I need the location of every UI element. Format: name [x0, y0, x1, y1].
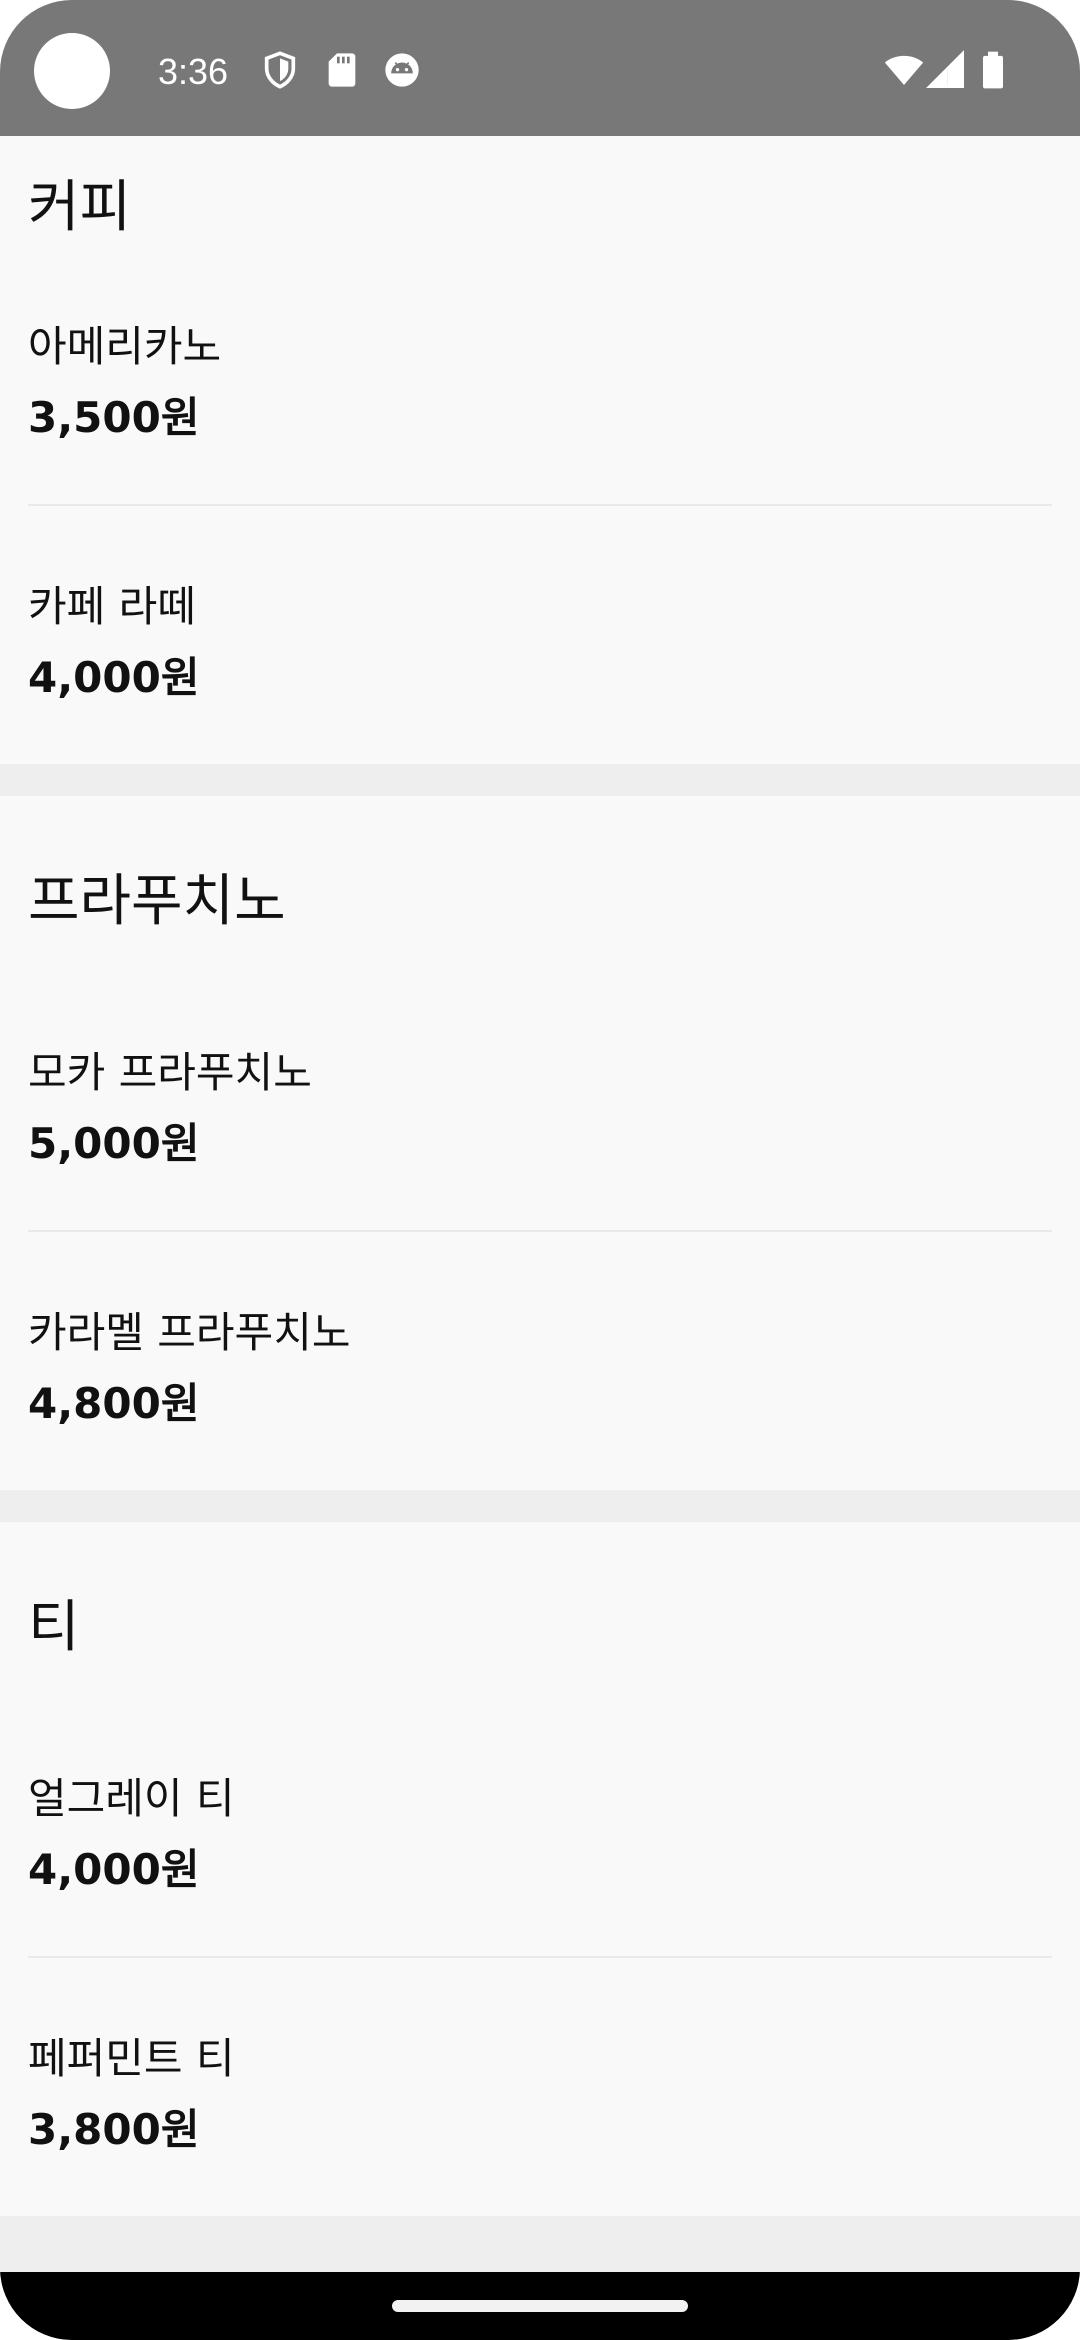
item-price: 3,800원: [28, 2105, 200, 2154]
item-price: 4,000원: [28, 653, 200, 702]
navigation-bar: [0, 2272, 1080, 2340]
camera-cutout: [34, 33, 110, 109]
wifi-icon: [882, 50, 926, 90]
item-name: 카라멜 프라푸치노: [28, 1308, 351, 1357]
menu-item-caramel-frappuccino[interactable]: 카라멜 프라푸치노 4,800원: [28, 1232, 1052, 1490]
item-name: 얼그레이 티: [28, 1774, 235, 1823]
shield-icon: [260, 50, 300, 90]
item-price: 3,500원: [28, 393, 200, 442]
menu-list: 커피 아메리카노 3,500원 카페 라떼 4,000원 프라푸치노 모카 프라…: [0, 136, 1080, 2216]
sd-card-icon: [322, 50, 362, 90]
section-frappuccino: 프라푸치노 모카 프라푸치노 5,000원 카라멜 프라푸치노 4,800원: [0, 796, 1080, 1490]
battery-icon: [978, 50, 1008, 90]
item-name: 카페 라떼: [28, 582, 196, 631]
section-title: 티: [28, 1595, 80, 1660]
menu-item-mocha-frappuccino[interactable]: 모카 프라푸치노 5,000원: [28, 972, 1052, 1230]
menu-item-earl-grey-tea[interactable]: 얼그레이 티 4,000원: [28, 1698, 1052, 1956]
menu-item-peppermint-tea[interactable]: 페퍼민트 티 3,800원: [28, 1958, 1052, 2216]
item-price: 5,000원: [28, 1119, 200, 1168]
section-title: 커피: [28, 175, 132, 240]
item-name: 페퍼민트 티: [28, 2034, 235, 2083]
item-name: 아메리카노: [28, 322, 222, 371]
section-coffee: 커피 아메리카노 3,500원 카페 라떼 4,000원: [0, 136, 1080, 764]
item-price: 4,000원: [28, 1845, 200, 1894]
home-gesture-handle[interactable]: [392, 2300, 688, 2312]
cell-signal-icon: [926, 50, 966, 90]
menu-item-cafe-latte[interactable]: 카페 라떼 4,000원: [28, 506, 1052, 764]
status-time: 3:36: [158, 51, 229, 92]
section-tea: 티 얼그레이 티 4,000원 페퍼민트 티 3,800원: [0, 1522, 1080, 2216]
status-bar: 3:36: [0, 0, 1080, 136]
item-name: 모카 프라푸치노: [28, 1048, 312, 1097]
menu-item-americano[interactable]: 아메리카노 3,500원: [28, 246, 1052, 504]
phone-screen: 3:36 커피 아메리카노 3,500원 카페 라떼 4,000원 프라푸치노 …: [0, 0, 1080, 2340]
android-face-icon: [382, 50, 422, 90]
item-price: 4,800원: [28, 1379, 200, 1428]
section-title: 프라푸치노: [28, 869, 286, 934]
